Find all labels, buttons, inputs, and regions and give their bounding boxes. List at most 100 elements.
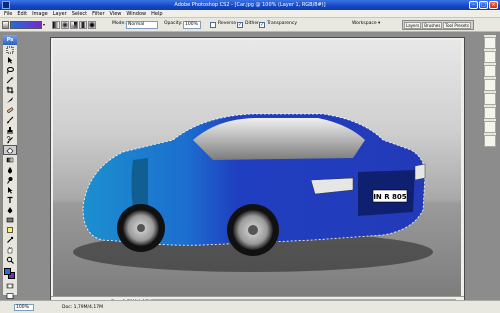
magic-wand-icon (6, 76, 14, 84)
eyedropper-icon (7, 236, 14, 243)
paths-palette-button[interactable] (484, 107, 496, 119)
reverse-checkbox[interactable] (210, 22, 216, 28)
crop-tool[interactable] (3, 85, 17, 95)
notes-tool[interactable] (3, 225, 17, 235)
palette-dock (483, 34, 497, 147)
menu-select[interactable]: Select (72, 11, 87, 17)
gradient-dropdown-icon[interactable]: ▾ (43, 22, 47, 28)
quick-mask-button[interactable] (3, 281, 17, 291)
mode-select[interactable]: Normal (126, 21, 158, 29)
dodge-tool[interactable] (3, 175, 17, 185)
path-selection-tool[interactable] (3, 185, 17, 195)
crop-icon (6, 86, 14, 94)
gradient-preview[interactable] (10, 21, 42, 29)
status-bar: 100% Doc: 1,79M/4,17M (0, 300, 500, 313)
brush-tool[interactable] (3, 115, 17, 125)
gradient-icon (6, 157, 14, 163)
channels-palette-button[interactable] (484, 93, 496, 105)
clone-stamp-tool[interactable] (3, 125, 17, 135)
history-palette-button[interactable] (484, 65, 496, 77)
navigator-palette-button[interactable] (484, 37, 496, 49)
foreground-color-swatch[interactable] (4, 268, 11, 275)
window-controls: – □ × (469, 1, 498, 9)
color-swatches[interactable] (3, 267, 17, 281)
photoshop-logo[interactable]: Ps (3, 35, 17, 45)
menu-bar: File Edit Image Layer Select Filter View… (0, 10, 500, 18)
rectangle-icon (6, 217, 14, 223)
diamond-gradient-button[interactable] (88, 21, 96, 29)
dither-checkbox[interactable]: ✓ (237, 22, 243, 28)
hand-icon (7, 247, 13, 254)
minimize-button[interactable]: – (469, 1, 478, 9)
quick-mask-icon (6, 283, 14, 289)
character-palette-button[interactable] (484, 121, 496, 133)
brush-icon (7, 116, 14, 124)
actions-palette-button[interactable] (484, 79, 496, 91)
transparency-label: Transparency (267, 21, 298, 26)
menu-layer[interactable]: Layer (53, 11, 67, 17)
marquee-tool[interactable] (3, 45, 17, 55)
marquee-icon (6, 46, 14, 54)
blur-tool[interactable] (3, 165, 17, 175)
arrow-icon (8, 187, 13, 194)
chevron-down-icon: ▾ (378, 21, 381, 26)
lasso-tool[interactable] (3, 65, 17, 75)
document-window: IN R 805 100% Doc: 1,79M/4,17M ▸ (50, 37, 465, 309)
maximize-button[interactable]: □ (479, 1, 488, 9)
minimize-icon: – (472, 2, 475, 8)
doc-size-label: Doc: 1,79M/4,17M (62, 305, 103, 310)
license-plate: IN R 805 (373, 193, 406, 201)
stamp-icon (7, 127, 13, 134)
zoom-tool[interactable] (3, 255, 17, 265)
menu-image[interactable]: Image (32, 11, 48, 17)
color-palette-button[interactable] (484, 51, 496, 63)
healing-brush-tool[interactable] (3, 105, 17, 115)
image-canvas[interactable]: IN R 805 (53, 40, 461, 296)
palette-well: Layers Brushes Tool Presets (402, 20, 474, 30)
menu-file[interactable]: File (4, 11, 12, 17)
pen-tool[interactable] (3, 205, 17, 215)
radial-gradient-button[interactable] (61, 21, 69, 29)
eyedropper-tool[interactable] (3, 235, 17, 245)
magic-wand-tool[interactable] (3, 75, 17, 85)
move-icon (8, 57, 13, 64)
move-tool[interactable] (3, 55, 17, 65)
gradient-tool[interactable] (3, 155, 17, 165)
shape-tool[interactable] (3, 215, 17, 225)
mode-label: Mode: (112, 21, 126, 26)
note-icon (7, 227, 13, 233)
type-tool[interactable] (3, 195, 17, 205)
toolbox: Ps (2, 34, 18, 310)
angle-gradient-button[interactable] (70, 21, 78, 29)
pen-icon (7, 207, 13, 214)
droplet-icon (7, 167, 13, 174)
palette-tab-brushes[interactable]: Brushes (422, 22, 443, 29)
opacity-field[interactable]: 100% (183, 21, 201, 29)
reflected-gradient-button[interactable] (79, 21, 87, 29)
close-button[interactable]: × (489, 1, 498, 9)
eraser-tool[interactable] (3, 145, 17, 155)
car-image: IN R 805 (73, 113, 433, 272)
type-icon (7, 196, 13, 203)
menu-filter[interactable]: Filter (92, 11, 104, 17)
info-palette-button[interactable] (484, 135, 496, 147)
close-icon: × (491, 2, 496, 8)
history-brush-tool[interactable] (3, 135, 17, 145)
menu-edit[interactable]: Edit (17, 11, 27, 17)
palette-tab-tool-presets[interactable]: Tool Presets (443, 22, 471, 29)
menu-view[interactable]: View (110, 11, 122, 17)
window-title: Adobe Photoshop CS2 - [Car.jpg @ 100% (L… (174, 2, 326, 8)
transparency-checkbox[interactable]: ✓ (259, 22, 265, 28)
workspace-menu[interactable]: Workspace ▾ (352, 21, 380, 26)
gradient-tool-icon[interactable] (2, 21, 9, 29)
slice-tool[interactable] (3, 95, 17, 105)
palette-tab-layers[interactable]: Layers (404, 22, 422, 29)
slice-icon (7, 97, 13, 103)
dodge-icon (7, 177, 13, 184)
menu-help[interactable]: Help (151, 11, 162, 17)
lasso-icon (7, 67, 14, 74)
zoom-field[interactable]: 100% (14, 304, 34, 311)
menu-window[interactable]: Window (126, 11, 146, 17)
hand-tool[interactable] (3, 245, 17, 255)
linear-gradient-button[interactable] (52, 21, 60, 29)
